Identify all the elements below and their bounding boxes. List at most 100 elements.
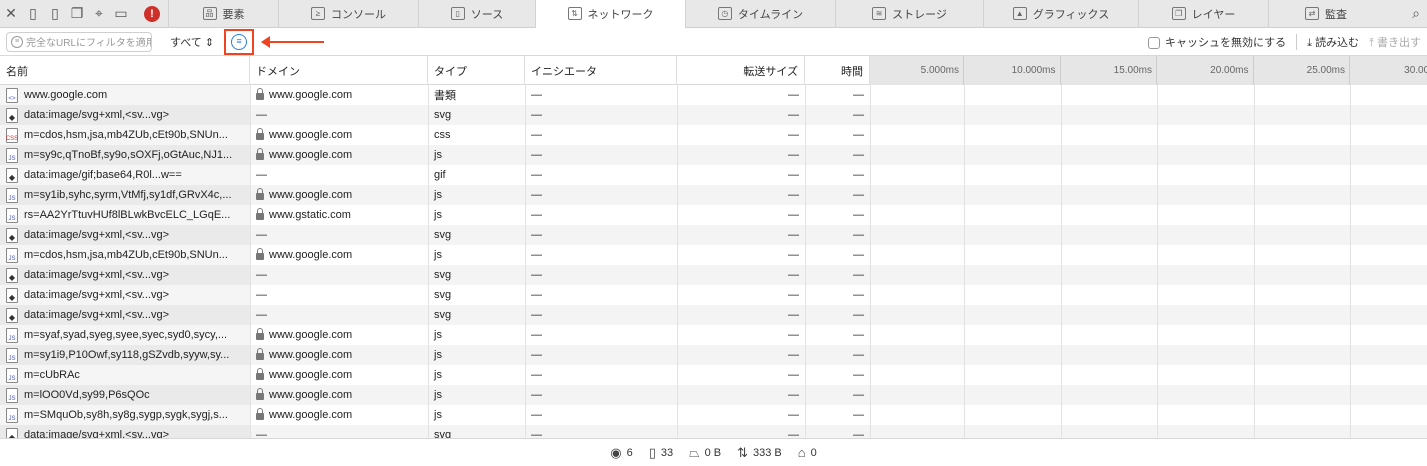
request-name-cell[interactable]: ◆ data:image/svg+xml,<sv...vg> xyxy=(0,225,250,245)
disable-cache-checkbox[interactable]: キャッシュを無効にする xyxy=(1148,34,1286,50)
url-filter-input[interactable]: ≡ 完全なURLにフィルタを適用 xyxy=(6,31,152,52)
tab-network[interactable]: ⇅ ネットワーク xyxy=(535,0,685,28)
request-name-cell[interactable]: JS m=sy9c,qTnoBf,sy9o,sOXFj,oGtAuc,NJ1... xyxy=(0,145,250,165)
column-divider xyxy=(805,85,806,438)
request-name-cell[interactable]: JS m=cUbRAc xyxy=(0,365,250,385)
table-row[interactable]: ◆ data:image/svg+xml,<sv...vg> — svg — — … xyxy=(0,105,1427,125)
size-value: 333 B xyxy=(752,446,782,459)
table-row[interactable]: JS m=syaf,syad,syeg,syee,syec,syd0,sycy,.… xyxy=(0,325,1427,345)
table-row[interactable]: ◆ data:image/svg+xml,<sv...vg> — svg — — … xyxy=(0,425,1427,438)
import-button[interactable]: ⤓ 読み込む xyxy=(1307,34,1359,50)
request-name-cell[interactable]: JS m=syaf,syad,syeg,syee,syec,syd0,sycy,.… xyxy=(0,325,250,345)
dock-right-icon[interactable]: ▯ xyxy=(44,0,66,28)
size-cell: — xyxy=(788,129,799,141)
size-cell: — xyxy=(788,109,799,121)
domain-cell: www.google.com xyxy=(250,245,428,265)
domain-cell: www.google.com xyxy=(250,125,428,145)
table-row[interactable]: JS m=sy9c,qTnoBf,sy9o,sOXFj,oGtAuc,NJ1...… xyxy=(0,145,1427,165)
table-row[interactable]: ◆ data:image/svg+xml,<sv...vg> — svg — — … xyxy=(0,265,1427,285)
sources-icon: ▯ xyxy=(450,7,465,20)
type-cell: 書類 xyxy=(434,90,456,102)
tab-elements[interactable]: 品要素 xyxy=(168,0,278,28)
img-file-icon: ◆ xyxy=(6,307,18,323)
table-row[interactable]: JS m=sy1ib,syhc,syrm,VtMfj,sy1df,GRvX4c,.… xyxy=(0,185,1427,205)
table-row[interactable]: ◆ data:image/svg+xml,<sv...vg> — svg — — … xyxy=(0,305,1427,325)
request-name-cell[interactable]: JS m=sy1ib,syhc,syrm,VtMfj,sy1df,GRvX4c,.… xyxy=(0,185,250,205)
group-by-filter-button[interactable]: ≡ xyxy=(224,28,255,55)
initiator-cell: — xyxy=(531,249,542,261)
table-row[interactable]: ◆ data:image/svg+xml,<sv...vg> — svg — — … xyxy=(0,225,1427,245)
detach-window-icon[interactable]: ❐ xyxy=(66,0,88,28)
tab-label: ネットワーク xyxy=(587,8,654,21)
tab-layers[interactable]: ❐ レイヤー xyxy=(1138,0,1268,28)
search-icon[interactable]: ⌕ xyxy=(1405,0,1427,28)
domain-value: www.google.com xyxy=(269,329,353,341)
tab-graphics[interactable]: ▲ グラフィックス xyxy=(983,0,1138,28)
request-name-cell[interactable]: ◆ data:image/svg+xml,<sv...vg> xyxy=(0,425,250,438)
inspect-target-icon[interactable]: ⌖ xyxy=(88,0,110,28)
type-cell: css xyxy=(434,129,451,141)
column-header-domain[interactable]: ドメイン xyxy=(250,56,428,85)
type-cell: js xyxy=(434,389,442,401)
img-file-icon: ◆ xyxy=(6,167,18,183)
request-name-cell[interactable]: ◆ data:image/svg+xml,<sv...vg> xyxy=(0,305,250,325)
request-name-cell[interactable]: ◆ data:image/svg+xml,<sv...vg> xyxy=(0,265,250,285)
export-button[interactable]: ⤒ 書き出す xyxy=(1369,34,1421,50)
request-name: m=sy1i9,P10Owf,sy118,gSZvdb,syyw,sy... xyxy=(24,349,230,361)
request-name: m=cUbRAc xyxy=(24,369,80,381)
request-name-cell[interactable]: JS m=SMquOb,sy8h,sy8g,sygp,sygk,sygj,s... xyxy=(0,405,250,425)
request-name-cell[interactable]: CSS m=cdos,hsm,jsa,mb4ZUb,cEt90b,SNUn... xyxy=(0,125,250,145)
waterfall-header[interactable]: 5.000ms 10.000ms 15.00ms 20.00ms 25.00ms 30.0… xyxy=(870,56,1427,85)
device-icon[interactable]: ▭ xyxy=(110,0,132,28)
table-row[interactable]: ◆ data:image/gif;base64,R0l...w== — gif —… xyxy=(0,165,1427,185)
table-row[interactable]: JS m=lOO0Vd,sy99,P6sQOc www.google.com js… xyxy=(0,385,1427,405)
request-name-cell[interactable]: JS m=cdos,hsm,jsa,mb4ZUb,cEt90b,SNUn... xyxy=(0,245,250,265)
dock-left-icon[interactable]: ▯ xyxy=(22,0,44,28)
column-divider xyxy=(428,85,429,438)
column-header-size[interactable]: 転送サイズ xyxy=(677,56,805,85)
resource-type-label: すべて xyxy=(170,36,202,49)
table-row[interactable]: JS m=cdos,hsm,jsa,mb4ZUb,cEt90b,SNUn... w… xyxy=(0,245,1427,265)
request-name-cell[interactable]: <> www.google.com xyxy=(0,85,250,105)
close-icon[interactable]: ✕ xyxy=(0,0,22,28)
img-file-icon: ◆ xyxy=(6,287,18,303)
column-header-type[interactable]: タイプ xyxy=(428,56,525,85)
initiator-cell: — xyxy=(531,89,542,101)
request-name-cell[interactable]: ◆ data:image/svg+xml,<sv...vg> xyxy=(0,105,250,125)
table-row[interactable]: CSS m=cdos,hsm,jsa,mb4ZUb,cEt90b,SNUn... … xyxy=(0,125,1427,145)
tab-sources[interactable]: ▯ ソース xyxy=(418,0,535,28)
checkbox-icon xyxy=(1148,37,1161,50)
column-header-initiator[interactable]: イニシエータ xyxy=(525,56,677,85)
domain-cell: — xyxy=(250,105,428,125)
request-name-cell[interactable]: ◆ data:image/gif;base64,R0l...w== xyxy=(0,165,250,185)
request-name-cell[interactable]: ◆ data:image/svg+xml,<sv...vg> xyxy=(0,285,250,305)
tab-console[interactable]: ≥ コンソール xyxy=(278,0,418,28)
tab-audit[interactable]: ⇄ 監査 xyxy=(1268,0,1383,28)
request-name-cell[interactable]: JS rs=AA2YrTtuvHUf8lBLwkBvcELC_LGqE... xyxy=(0,205,250,225)
type-cell: svg xyxy=(434,429,452,438)
size-cell: — xyxy=(788,209,799,221)
table-row[interactable]: ◆ data:image/svg+xml,<sv...vg> — svg — — … xyxy=(0,285,1427,305)
initiator-cell: — xyxy=(531,309,542,321)
table-row[interactable]: JS m=sy1i9,P10Owf,sy118,gSZvdb,syyw,sy...… xyxy=(0,345,1427,365)
column-header-name[interactable]: 名前 xyxy=(0,56,250,85)
domain-value: — xyxy=(256,309,267,321)
error-icon[interactable]: ! xyxy=(144,5,160,22)
size-cell: — xyxy=(788,429,799,438)
request-name-cell[interactable]: JS m=lOO0Vd,sy99,P6sQOc xyxy=(0,385,250,405)
table-row[interactable]: JS rs=AA2YrTtuvHUf8lBLwkBvcELC_LGqE... ww… xyxy=(0,205,1427,225)
table-row[interactable]: JS m=cUbRAc www.google.com js — — — xyxy=(0,365,1427,385)
request-name-cell[interactable]: JS m=sy1i9,P10Owf,sy118,gSZvdb,syyw,sy... xyxy=(0,345,250,365)
js-file-icon: JS xyxy=(6,247,18,263)
resource-type-select[interactable]: すべて ⇕ xyxy=(170,34,214,50)
table-row[interactable]: <> www.google.com www.google.com 書類 — — — xyxy=(0,85,1427,105)
filter-placeholder: 完全なURLにフィルタを適用 xyxy=(26,38,152,49)
tab-timeline[interactable]: ◷ タイムライン xyxy=(685,0,835,28)
column-header-time[interactable]: 時間 xyxy=(805,56,870,85)
domain-cell: — xyxy=(250,305,428,325)
domain-cell: www.google.com xyxy=(250,85,428,105)
table-row[interactable]: JS m=SMquOb,sy8h,sy8g,sygp,sygk,sygj,s...… xyxy=(0,405,1427,425)
layers-icon: ❐ xyxy=(1171,7,1186,20)
type-cell: svg xyxy=(434,109,452,121)
tab-storage[interactable]: ≋ ストレージ xyxy=(835,0,983,28)
